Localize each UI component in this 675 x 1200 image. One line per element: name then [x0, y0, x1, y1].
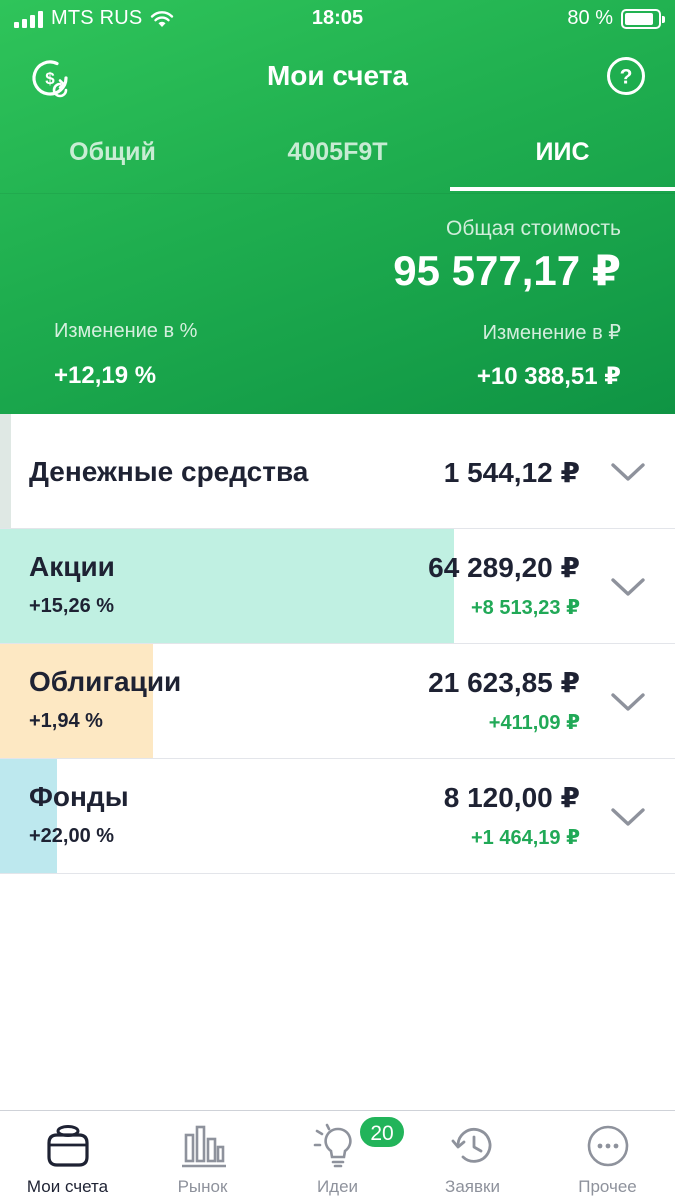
- chevron-down-icon[interactable]: [610, 461, 646, 483]
- chevron-down-icon[interactable]: [610, 691, 646, 713]
- asset-amount: 64 289,20 ₽: [428, 552, 580, 583]
- market-chart-icon: [182, 1125, 226, 1168]
- tabbar-label: Рынок: [177, 1177, 228, 1196]
- nav-bar: $ Мои счета ?: [0, 50, 675, 102]
- help-icon[interactable]: ?: [606, 56, 646, 96]
- tabbar-more[interactable]: Прочее: [540, 1111, 675, 1200]
- change-percent-label: Изменение в %: [54, 320, 198, 342]
- change-percent-value: +12,19 %: [54, 362, 157, 389]
- asset-name: Облигации: [29, 666, 182, 697]
- asset-name: Фонды: [29, 781, 129, 812]
- wallet-icon: [47, 1125, 89, 1167]
- tabbar-label: Мои счета: [26, 1177, 109, 1196]
- change-rub-label: Изменение в ₽: [482, 322, 621, 344]
- tabbar-label: Заявки: [445, 1177, 500, 1196]
- tab-general[interactable]: Общий: [0, 138, 225, 167]
- bottom-tab-bar: Мои счета Рынок Идеи Заявки Прочее: [0, 1110, 675, 1200]
- asset-delta: +1 464,19 ₽: [470, 827, 580, 849]
- asset-amount: 8 120,00 ₽: [443, 782, 580, 813]
- asset-name: Акции: [29, 551, 115, 582]
- asset-row-cash[interactable]: Денежные средства 1 544,12 ₽: [0, 414, 675, 529]
- asset-amount: 21 623,85 ₽: [428, 667, 580, 698]
- history-clock-icon: [451, 1127, 492, 1163]
- ideas-count-badge: 20: [358, 1115, 406, 1149]
- tab-iis[interactable]: ИИС: [450, 138, 675, 167]
- asset-row-funds[interactable]: Фонды +22,00 % 8 120,00 ₽ +1 464,19 ₽: [0, 759, 675, 874]
- chevron-down-icon[interactable]: [610, 806, 646, 828]
- allocation-bar: [0, 759, 57, 873]
- accounts-header: MTS RUS 18:05 80 % $ Мои счета ? Общий 4…: [0, 0, 675, 414]
- status-right: 80 %: [567, 7, 665, 30]
- allocation-bar: [0, 529, 454, 643]
- active-tab-indicator: [450, 187, 675, 191]
- account-tabs: Общий 4005F9T ИИС: [0, 124, 675, 194]
- page-title: Мои счета: [266, 60, 408, 91]
- tabbar-my-accounts[interactable]: Мои счета: [0, 1111, 135, 1200]
- battery-icon: [621, 8, 665, 29]
- asset-amount: 1 544,12 ₽: [443, 457, 580, 488]
- total-value-label: Общая стоимость: [446, 217, 621, 240]
- tabbar-market[interactable]: Рынок: [135, 1111, 270, 1200]
- asset-percent: +15,26 %: [29, 595, 115, 617]
- lightbulb-icon: [313, 1123, 352, 1168]
- asset-row-bonds[interactable]: Облигации +1,94 % 21 623,85 ₽ +411,09 ₽: [0, 644, 675, 759]
- asset-percent: +1,94 %: [29, 710, 103, 732]
- svg-text:?: ?: [620, 66, 633, 89]
- battery-percent: 80 %: [567, 7, 613, 29]
- asset-percent: +22,00 %: [29, 825, 115, 847]
- asset-delta: +8 513,23 ₽: [470, 597, 580, 619]
- asset-delta: +411,09 ₽: [488, 712, 580, 734]
- tab-4005f9t[interactable]: 4005F9T: [225, 138, 450, 167]
- change-rub-value: +10 388,51 ₽: [476, 363, 621, 390]
- asset-row-stocks[interactable]: Акции +15,26 % 64 289,20 ₽ +8 513,23 ₽: [0, 529, 675, 644]
- tabbar-label: Прочее: [578, 1177, 637, 1196]
- allocation-bar: [0, 644, 153, 758]
- tabbar-label: Идеи: [316, 1177, 359, 1196]
- total-value: 95 577,17 ₽: [393, 247, 621, 294]
- more-dots-icon: [587, 1125, 629, 1167]
- chevron-down-icon[interactable]: [610, 576, 646, 598]
- status-bar: MTS RUS 18:05 80 %: [0, 0, 675, 38]
- tabbar-orders[interactable]: Заявки: [405, 1111, 540, 1200]
- asset-name: Денежные средства: [29, 456, 309, 487]
- allocation-bar: [0, 414, 11, 528]
